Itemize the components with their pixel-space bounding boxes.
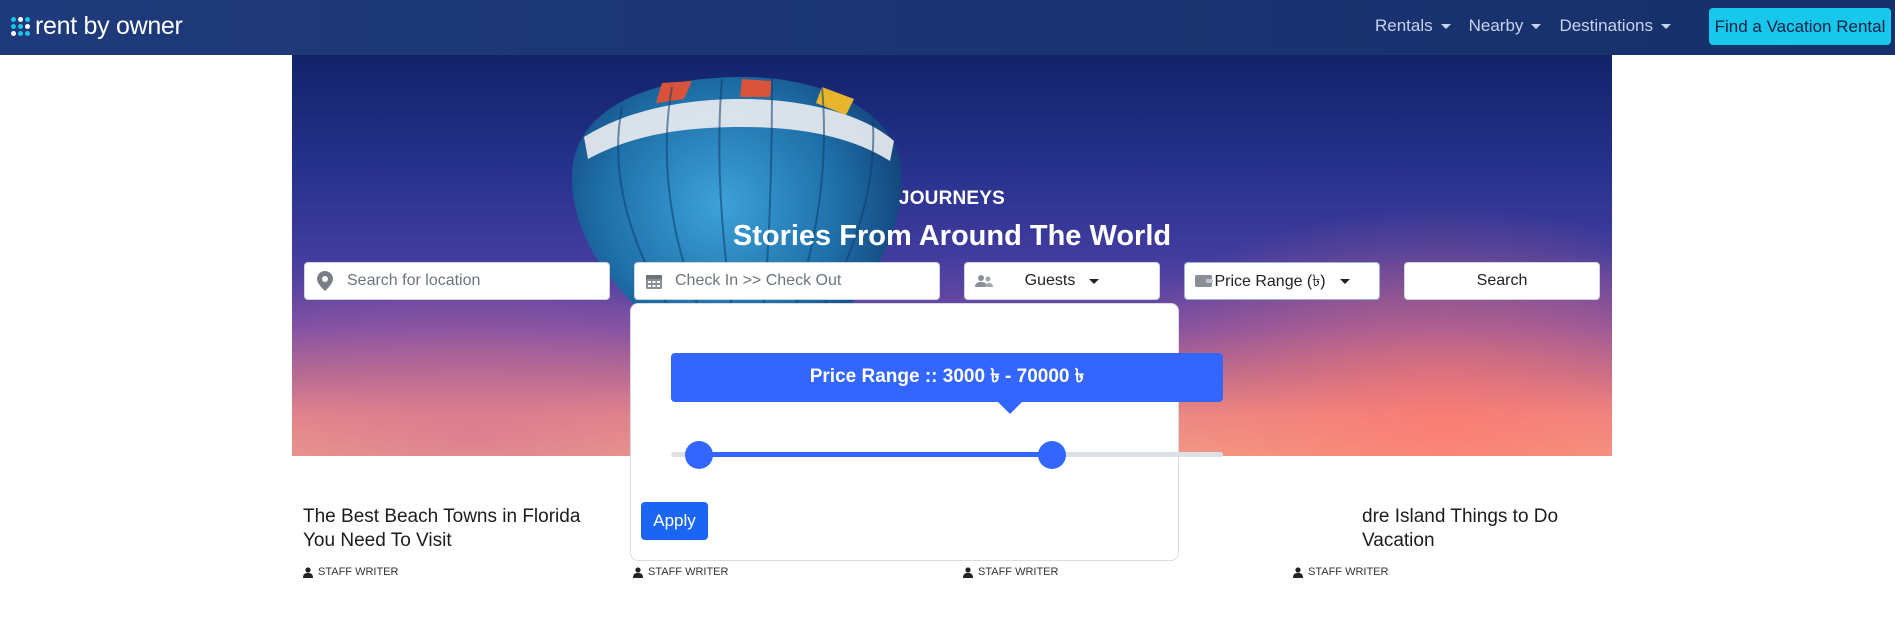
nav-item-destinations[interactable]: Destinations	[1559, 16, 1671, 36]
chevron-down-icon	[1089, 278, 1100, 284]
article-author: STAFF WRITER	[1293, 566, 1388, 578]
nav-item-label: Nearby	[1468, 16, 1524, 35]
article-author: STAFF WRITER	[963, 566, 1058, 578]
location-search-input[interactable]: Search for location	[304, 262, 610, 300]
price-range-readout: Price Range :: 3000 ৳ - 70000 ৳	[671, 353, 1223, 414]
price-range-label: Price Range (৳)	[1214, 272, 1326, 290]
brand-name: rent by owner	[35, 12, 183, 40]
user-icon	[633, 566, 643, 578]
guests-dropdown[interactable]: Guests	[964, 262, 1160, 300]
chevron-down-icon	[1440, 23, 1451, 29]
search-button-label: Search	[1476, 272, 1528, 289]
user-icon	[303, 566, 313, 578]
calendar-icon	[646, 275, 662, 289]
price-slider-track[interactable]	[671, 452, 1223, 457]
nav-item-label: Rentals	[1374, 16, 1433, 35]
user-icon	[1293, 566, 1303, 578]
chevron-down-icon	[1531, 23, 1542, 29]
date-range-placeholder: Check In >> Check Out	[675, 272, 842, 289]
wallet-icon	[1195, 275, 1213, 287]
map-pin-icon	[317, 271, 333, 291]
article-title[interactable]: The Best Beach Towns in Florida You Need…	[303, 505, 603, 553]
hero-title: Stories From Around The World	[732, 220, 1172, 252]
price-range-popup: Price Range :: 3000 ৳ - 70000 ৳	[630, 303, 1223, 561]
find-vacation-rental-button[interactable]: Find a Vacation Rental	[1709, 8, 1891, 45]
search-button[interactable]: Search	[1404, 262, 1600, 300]
date-range-input[interactable]: Check In >> Check Out	[634, 262, 940, 300]
apply-button[interactable]: Apply	[641, 502, 708, 540]
chevron-down-icon	[1661, 23, 1671, 29]
article-title[interactable]: dre Island Things to Do Vacation	[1362, 505, 1662, 553]
price-slider-max-handle[interactable]	[1037, 441, 1066, 469]
chevron-down-icon	[1339, 278, 1350, 284]
nav-item-nearby[interactable]: Nearby	[1469, 16, 1542, 36]
hero-kicker: JOURNEYS	[898, 188, 1006, 209]
nav-links: Rentals Nearby Destinations	[1375, 16, 1671, 36]
nav-item-label: Destinations	[1559, 16, 1653, 35]
guests-label: Guests	[1024, 272, 1076, 289]
article-card[interactable]: The Best Beach Towns in Florida You Need…	[303, 505, 603, 553]
location-placeholder: Search for location	[347, 272, 481, 289]
article-author: STAFF WRITER	[633, 566, 728, 578]
top-navbar: rent by owner Rentals Nearby Destination…	[0, 0, 1895, 55]
article-card[interactable]: dre Island Things to Do Vacation	[1362, 505, 1662, 553]
brand-logo[interactable]: rent by owner	[11, 12, 183, 41]
price-slider-min-handle[interactable]	[684, 441, 713, 469]
logo-dots-icon	[11, 17, 30, 36]
article-author: STAFF WRITER	[303, 566, 398, 578]
price-range-dropdown[interactable]: Price Range (৳)	[1184, 262, 1380, 300]
price-slider-range	[698, 452, 1052, 457]
users-icon	[975, 275, 993, 287]
nav-item-rentals[interactable]: Rentals	[1375, 16, 1451, 36]
user-icon	[963, 566, 973, 578]
